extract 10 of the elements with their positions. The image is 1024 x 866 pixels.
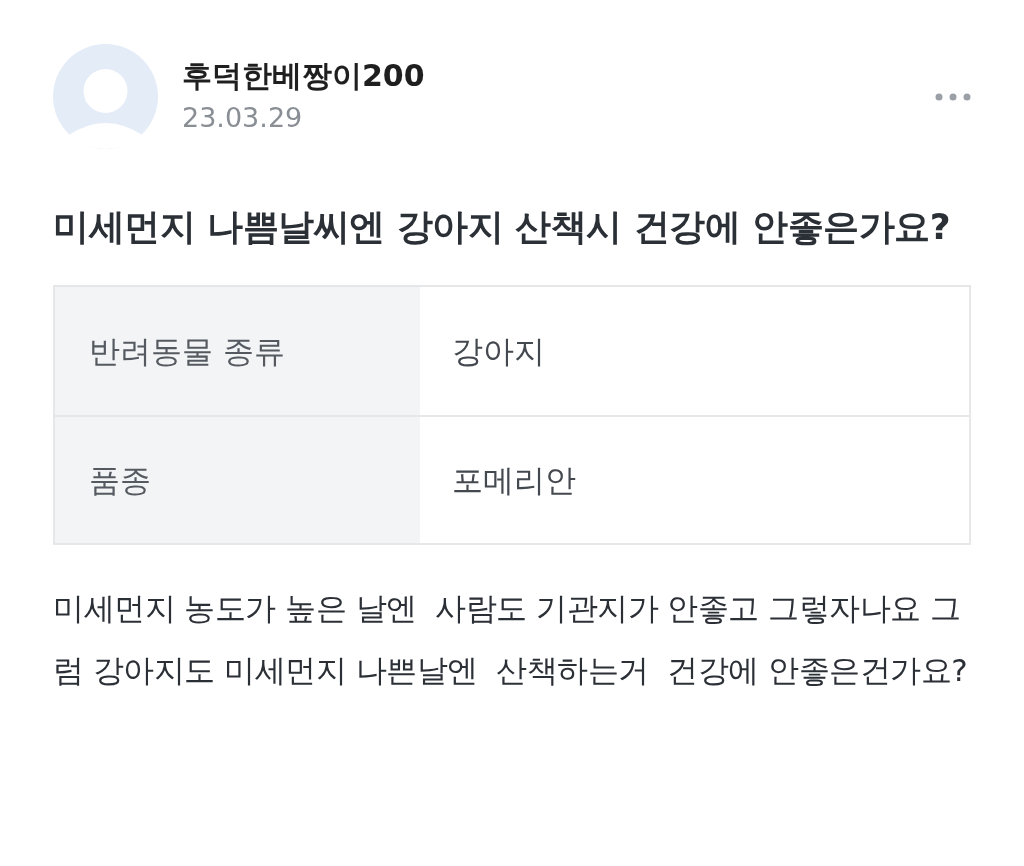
avatar-icon [53, 44, 158, 149]
table-value: 강아지 [452, 331, 545, 371]
table-label: 품종 [89, 460, 151, 500]
author-name: 후덕한베짱이200 [182, 58, 426, 95]
table-label: 반려동물 종류 [89, 331, 285, 371]
post-body: 미세먼지 농도가 높은 날엔 사람도 기관지가 안좋고 그렇자나요 그럼 강아지도 미세먼지 나쁜날엔 산책하는거 건강에 안좋은건가요? [53, 589, 969, 690]
post-title: 미세먼지 나쁨날씨엔 강아지 산책시 건강에 안좋은가요? [53, 205, 952, 249]
table-value: 포메리안 [452, 460, 576, 500]
more-options-icon[interactable] [935, 91, 971, 102]
post-date: 23.03.29 [182, 102, 304, 135]
